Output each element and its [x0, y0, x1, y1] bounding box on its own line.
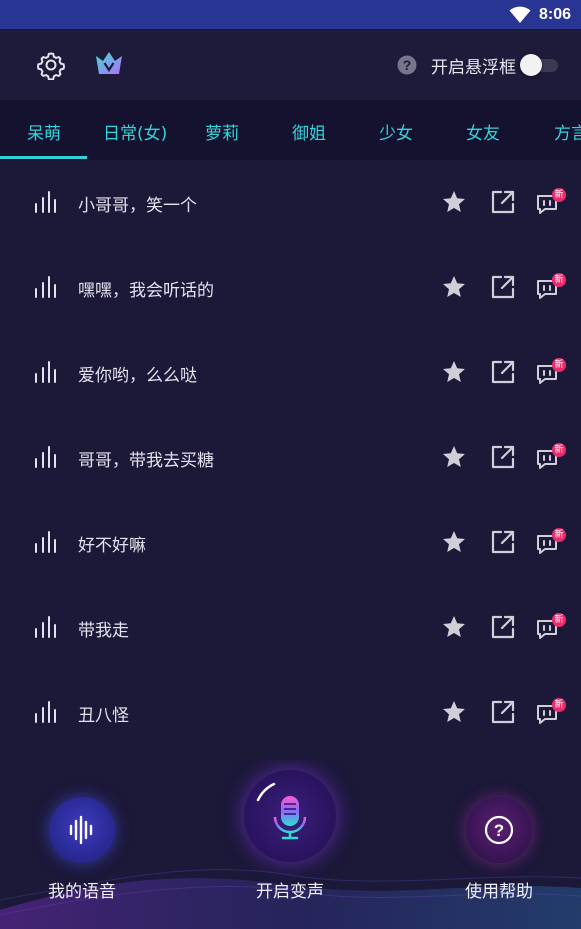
star-icon[interactable] — [441, 529, 467, 555]
new-badge: 新 — [552, 528, 566, 542]
voice-item-row[interactable]: 小哥哥，笑一个 新 — [0, 160, 581, 245]
voice-item-text: 带我走 — [78, 621, 129, 641]
start-voice-change-label: 开启变声 — [256, 882, 324, 902]
float-window-toggle[interactable] — [520, 54, 560, 76]
audio-wave-icon — [35, 531, 56, 553]
new-badge: 新 — [552, 698, 566, 712]
star-icon[interactable] — [441, 614, 467, 640]
voice-item-row[interactable]: 嘿嘿，我会听话的 新 — [0, 245, 581, 330]
wifi-icon — [509, 6, 531, 23]
tab-daily-female[interactable]: 日常(女) — [103, 119, 167, 144]
status-bar: 8:06 — [0, 0, 581, 29]
float-window-label: 开启悬浮框 — [431, 58, 516, 78]
new-badge: 新 — [552, 273, 566, 287]
gear-icon[interactable] — [36, 50, 66, 80]
voice-item-text: 好不好嘛 — [78, 536, 146, 556]
star-icon[interactable] — [441, 699, 467, 725]
tab-loli[interactable]: 萝莉 — [205, 119, 239, 144]
tab-mature-lady[interactable]: 御姐 — [292, 119, 326, 144]
share-icon[interactable] — [490, 359, 516, 385]
svg-text:?: ? — [403, 57, 412, 73]
share-icon[interactable] — [490, 444, 516, 470]
voice-item-text: 丑八怪 — [78, 706, 129, 726]
microphone-icon — [256, 782, 307, 840]
new-badge: 新 — [552, 188, 566, 202]
new-badge: 新 — [552, 443, 566, 457]
star-icon[interactable] — [441, 274, 467, 300]
category-tabs: 呆萌 日常(女) 萝莉 御姐 少女 女友 方言 — [0, 100, 581, 160]
question-circle-icon[interactable]: ? — [397, 55, 417, 75]
vip-crown-icon[interactable] — [93, 49, 125, 79]
voice-bars-icon — [69, 815, 93, 845]
voice-item-text: 哥哥，带我去买糖 — [78, 451, 214, 471]
share-icon[interactable] — [490, 699, 516, 725]
audio-wave-icon — [35, 701, 56, 723]
audio-wave-icon — [35, 191, 56, 213]
tab-dialect[interactable]: 方言 — [554, 119, 581, 144]
voice-item-row[interactable]: 爱你哟，么么哒 新 — [0, 330, 581, 415]
tab-girlfriend[interactable]: 女友 — [466, 119, 500, 144]
new-badge: 新 — [552, 613, 566, 627]
toggle-knob — [520, 54, 542, 76]
help-label: 使用帮助 — [465, 882, 533, 902]
share-icon[interactable] — [490, 614, 516, 640]
voice-item-text: 小哥哥，笑一个 — [78, 196, 197, 216]
new-badge: 新 — [552, 358, 566, 372]
active-tab-indicator — [0, 156, 87, 159]
bottom-nav: ? 我的语音 开启变声 使用帮助 — [0, 760, 581, 929]
audio-wave-icon — [35, 276, 56, 298]
share-icon[interactable] — [490, 529, 516, 555]
share-icon[interactable] — [490, 189, 516, 215]
voice-item-row[interactable]: 哥哥，带我去买糖 新 — [0, 415, 581, 500]
start-voice-change-button[interactable] — [244, 770, 336, 862]
star-icon[interactable] — [441, 359, 467, 385]
help-circle-icon: ? — [484, 815, 514, 845]
tab-young-girl[interactable]: 少女 — [379, 119, 413, 144]
help-button[interactable]: ? — [466, 797, 532, 863]
top-bar: ? 开启悬浮框 — [0, 29, 581, 100]
status-time: 8:06 — [538, 5, 571, 23]
voice-item-row[interactable]: 丑八怪 新 — [0, 670, 581, 755]
star-icon[interactable] — [441, 189, 467, 215]
voice-item-text: 爱你哟，么么哒 — [78, 366, 197, 386]
my-voice-button[interactable] — [49, 797, 115, 863]
svg-text:?: ? — [494, 821, 504, 840]
voice-item-row[interactable]: 带我走 新 — [0, 585, 581, 670]
voice-item-row[interactable]: 好不好嘛 新 — [0, 500, 581, 585]
voice-item-text: 嘿嘿，我会听话的 — [78, 281, 214, 301]
my-voice-label: 我的语音 — [48, 882, 116, 902]
star-icon[interactable] — [441, 444, 467, 470]
share-icon[interactable] — [490, 274, 516, 300]
audio-wave-icon — [35, 616, 56, 638]
audio-wave-icon — [35, 446, 56, 468]
tab-cute[interactable]: 呆萌 — [27, 119, 61, 144]
audio-wave-icon — [35, 361, 56, 383]
